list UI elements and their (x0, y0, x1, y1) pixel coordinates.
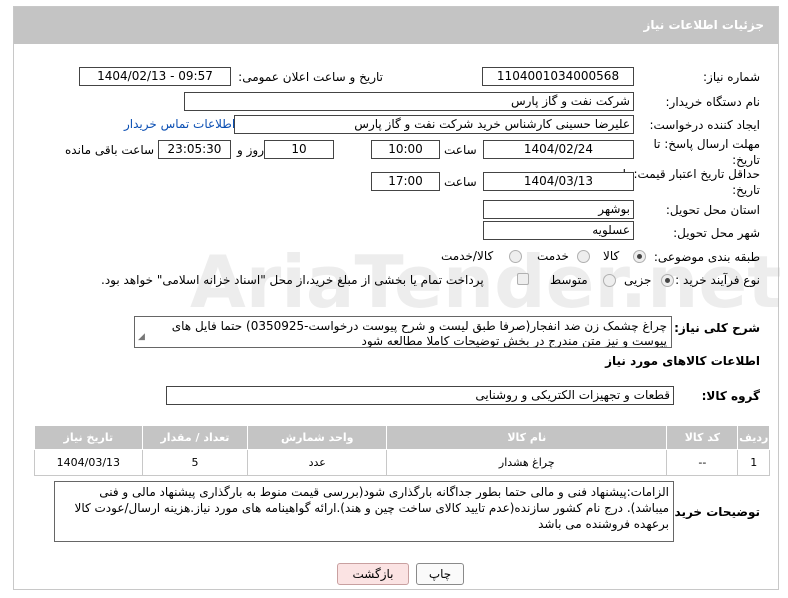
requester-label: ایجاد کننده درخواست: (649, 118, 760, 132)
col-row: ردیف (737, 425, 770, 450)
price-validity-time-label: ساعت (444, 175, 477, 189)
category-label: طبقه بندی موضوعی: (653, 250, 760, 264)
description-label: شرح کلی نیاز: (674, 321, 760, 335)
table-row[interactable]: 1 -- چراغ هشدار عدد 5 1404/03/13 (34, 449, 770, 476)
buyer-notes-text: الزامات:پیشنهاد فنی و مالی حتما بطور جدا… (74, 485, 669, 531)
col-qty: تعداد / مقدار (141, 425, 249, 450)
reply-days-label: روز و (237, 143, 264, 157)
treasury-payment-checkbox[interactable] (517, 273, 529, 285)
cell-row: 1 (737, 449, 770, 476)
panel-header: جزئیات اطلاعات نیاز (14, 7, 778, 44)
announce-datetime-field[interactable]: 1404/02/13 - 09:57 (79, 67, 231, 86)
description-text: چراغ چشمک زن ضد انفجار(صرفا طبق لیست و ش… (171, 319, 667, 348)
goods-group-field[interactable]: قطعات و تجهیزات الکتریکی و روشنایی (166, 386, 674, 405)
reply-time-label: ساعت (444, 143, 477, 157)
col-name: نام کالا (386, 425, 668, 450)
category-radio-goods[interactable] (633, 250, 646, 263)
price-validity-time[interactable]: 17:00 (371, 172, 440, 191)
description-textarea[interactable]: چراغ چشمک زن ضد انفجار(صرفا طبق لیست و ش… (134, 316, 672, 348)
cell-unit: عدد (247, 449, 388, 476)
price-validity-date[interactable]: 1404/03/13 (483, 172, 634, 191)
remaining-time-label: ساعت باقی مانده (65, 143, 155, 157)
reply-deadline-time[interactable]: 10:00 (371, 140, 440, 159)
goods-table-header: ردیف کد کالا نام کالا واحد شمارش تعداد /… (34, 425, 770, 450)
buyer-org-label: نام دستگاه خریدار: (665, 95, 761, 109)
purchase-option-minor: جزیی (624, 273, 652, 287)
category-option-goods-service: کالا/خدمت (441, 249, 494, 263)
province-field[interactable]: بوشهر (483, 200, 634, 219)
category-radio-goods-service[interactable] (509, 250, 522, 263)
resize-grip-icon[interactable]: ◢ (138, 330, 145, 345)
province-label: استان محل تحویل: (665, 203, 760, 217)
col-code: کد کالا (666, 425, 739, 450)
cell-code: -- (666, 449, 739, 476)
goods-section-title: اطلاعات کالاهای مورد نیاز (605, 354, 760, 368)
city-field[interactable]: عسلویه (483, 221, 634, 240)
category-option-goods: کالا (603, 249, 620, 263)
category-option-service: خدمت (537, 249, 569, 263)
category-radio-service[interactable] (577, 250, 590, 263)
back-button[interactable]: بازگشت (337, 563, 409, 585)
panel-title: جزئیات اطلاعات نیاز (643, 18, 764, 32)
cell-qty: 5 (141, 449, 249, 476)
purchase-option-medium: متوسط (550, 273, 588, 287)
col-date: تاریخ نیاز (34, 425, 143, 450)
purchase-radio-minor[interactable] (661, 274, 674, 287)
goods-table: ردیف کد کالا نام کالا واحد شمارش تعداد /… (34, 425, 770, 476)
reply-days-field[interactable]: 10 (264, 140, 334, 159)
buyer-contact-link[interactable]: اطلاعات تماس خریدار (124, 117, 235, 131)
cell-date: 1404/03/13 (34, 449, 143, 476)
requester-field[interactable]: علیرضا حسینی کارشناس خرید شرکت نفت و گاز… (234, 115, 634, 134)
reply-deadline-date[interactable]: 1404/02/24 (483, 140, 634, 159)
col-unit: واحد شمارش (247, 425, 388, 450)
remaining-time-field[interactable]: 23:05:30 (158, 140, 231, 159)
treasury-payment-note: پرداخت تمام یا بخشی از مبلغ خرید،از محل … (101, 273, 484, 287)
need-number-field[interactable]: 1104001034000568 (482, 67, 634, 86)
price-validity-label: حداقل تاریخ اعتبار قیمت: تا تاریخ: (622, 167, 760, 197)
buyer-org-field[interactable]: شرکت نفت و گاز پارس (184, 92, 634, 111)
goods-group-label: گروه کالا: (701, 389, 760, 403)
cell-name: چراغ هشدار (386, 449, 668, 476)
purchase-radio-medium[interactable] (603, 274, 616, 287)
print-button[interactable]: چاپ (416, 563, 464, 585)
reply-deadline-label: مهلت ارسال پاسخ: تا تاریخ: (653, 137, 760, 167)
buyer-notes-textarea[interactable]: الزامات:پیشنهاد فنی و مالی حتما بطور جدا… (54, 481, 674, 542)
need-number-label: شماره نیاز: (703, 70, 760, 84)
city-label: شهر محل تحویل: (673, 226, 760, 240)
announce-datetime-label: تاریخ و ساعت اعلان عمومی: (238, 70, 383, 84)
purchase-type-label: نوع فرآیند خرید : (675, 273, 760, 287)
